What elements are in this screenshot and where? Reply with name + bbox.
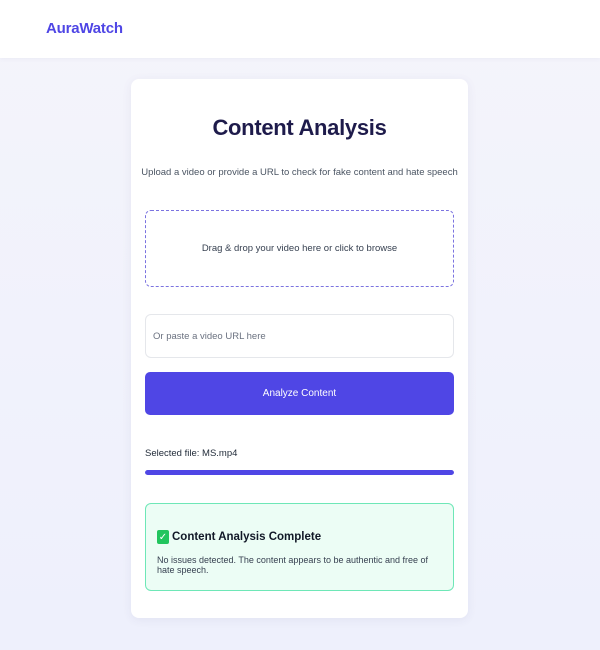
upload-progress-bar xyxy=(145,470,454,475)
page-title: Content Analysis xyxy=(212,115,387,140)
selected-file-label: Selected file: MS.mp4 xyxy=(145,448,238,459)
video-url-input[interactable] xyxy=(145,314,454,358)
analysis-card: Content Analysis Upload a video or provi… xyxy=(131,79,468,618)
upload-dropzone[interactable]: Drag & drop your video here or click to … xyxy=(145,210,454,287)
top-nav: AuraWatch xyxy=(0,0,600,58)
analysis-result-panel: ✓ Content Analysis Complete No issues de… xyxy=(145,503,454,591)
upload-progress-fill xyxy=(145,470,454,475)
brand-logo[interactable]: AuraWatch xyxy=(46,20,123,37)
page-subtitle: Upload a video or provide a URL to check… xyxy=(141,167,458,178)
analyze-content-button[interactable]: Analyze Content xyxy=(145,372,454,415)
result-heading: ✓ Content Analysis Complete xyxy=(157,530,321,544)
result-message: No issues detected. The content appears … xyxy=(157,555,429,575)
result-title: Content Analysis Complete xyxy=(172,531,322,543)
dropzone-label: Drag & drop your video here or click to … xyxy=(201,243,398,254)
check-icon: ✓ xyxy=(157,530,169,544)
